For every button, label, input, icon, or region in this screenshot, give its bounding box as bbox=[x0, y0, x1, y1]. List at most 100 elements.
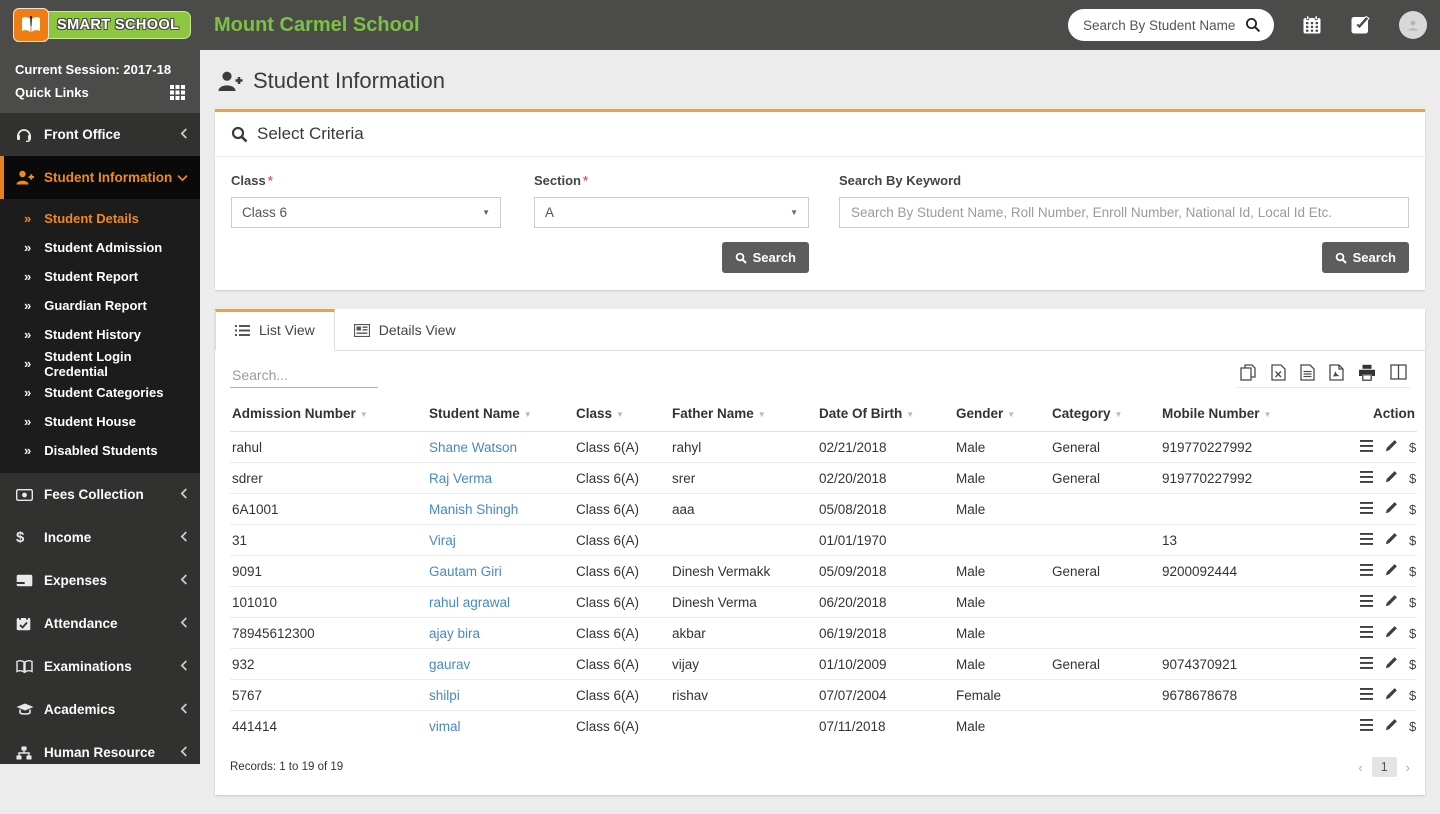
sidebar-item-income[interactable]: $ Income bbox=[0, 516, 200, 559]
student-name-link[interactable]: Viraj bbox=[429, 533, 456, 548]
column-header-admission-number[interactable]: Admission Number ▼ bbox=[230, 394, 427, 432]
sidebar-subitem-student-login-credential[interactable]: » Student Login Credential bbox=[0, 349, 200, 379]
student-name-link[interactable]: gaurav bbox=[429, 657, 470, 672]
class-section-search-button[interactable]: Search bbox=[721, 242, 809, 273]
print-icon[interactable] bbox=[1358, 364, 1376, 381]
student-name-cell[interactable]: rahul agrawal bbox=[427, 586, 574, 618]
column-header-category[interactable]: Category ▼ bbox=[1050, 394, 1160, 432]
row-menu-icon[interactable] bbox=[1360, 564, 1374, 579]
grid-icon[interactable] bbox=[170, 85, 185, 100]
sidebar-item-attendance[interactable]: Attendance bbox=[0, 602, 200, 645]
edit-pencil-icon[interactable] bbox=[1385, 625, 1398, 641]
sidebar-subitem-student-categories[interactable]: » Student Categories bbox=[0, 378, 200, 407]
calendar-icon[interactable] bbox=[1302, 15, 1322, 35]
tab-details-view[interactable]: Details View bbox=[335, 309, 475, 350]
fees-dollar-icon[interactable]: $ bbox=[1409, 533, 1416, 548]
fees-dollar-icon[interactable]: $ bbox=[1409, 595, 1416, 610]
column-header-date-of-birth[interactable]: Date Of Birth ▼ bbox=[817, 394, 954, 432]
edit-pencil-icon[interactable] bbox=[1385, 532, 1398, 548]
columns-icon[interactable] bbox=[1390, 364, 1407, 381]
row-menu-icon[interactable] bbox=[1360, 657, 1374, 672]
row-menu-icon[interactable] bbox=[1360, 502, 1374, 517]
tasks-icon[interactable] bbox=[1350, 15, 1371, 35]
excel-icon[interactable] bbox=[1271, 364, 1286, 381]
pdf-icon[interactable] bbox=[1329, 364, 1344, 381]
fees-dollar-icon[interactable]: $ bbox=[1409, 626, 1416, 641]
student-name-cell[interactable]: Raj Verma bbox=[427, 462, 574, 494]
fees-dollar-icon[interactable]: $ bbox=[1409, 657, 1416, 672]
sidebar-subitem-student-house[interactable]: » Student House bbox=[0, 407, 200, 436]
app-logo[interactable]: SMART SCHOOL bbox=[0, 0, 200, 50]
student-name-cell[interactable]: ajay bira bbox=[427, 617, 574, 649]
user-avatar[interactable] bbox=[1399, 11, 1427, 39]
section-select[interactable]: A ▼ bbox=[534, 197, 809, 228]
student-name-cell[interactable]: Shane Watson bbox=[427, 431, 574, 463]
row-menu-icon[interactable] bbox=[1360, 626, 1374, 641]
sidebar-item-human-resource[interactable]: Human Resource bbox=[0, 731, 200, 764]
student-name-cell[interactable]: Viraj bbox=[427, 524, 574, 556]
row-menu-icon[interactable] bbox=[1360, 595, 1374, 610]
sidebar-item-student-information[interactable]: Student Information bbox=[0, 156, 200, 199]
sidebar-subitem-disabled-students[interactable]: » Disabled Students bbox=[0, 436, 200, 465]
fees-dollar-icon[interactable]: $ bbox=[1409, 471, 1416, 486]
student-name-cell[interactable]: Manish Shingh bbox=[427, 493, 574, 525]
column-header-gender[interactable]: Gender ▼ bbox=[954, 394, 1050, 432]
edit-pencil-icon[interactable] bbox=[1385, 656, 1398, 672]
table-search-input[interactable] bbox=[230, 363, 378, 388]
row-menu-icon[interactable] bbox=[1360, 471, 1374, 486]
sidebar-subitem-student-details[interactable]: » Student Details bbox=[0, 204, 200, 233]
student-name-link[interactable]: Manish Shingh bbox=[429, 502, 518, 517]
topbar-search-input[interactable] bbox=[1081, 16, 1245, 34]
student-name-link[interactable]: Raj Verma bbox=[429, 471, 492, 486]
student-name-link[interactable]: Gautam Giri bbox=[429, 564, 502, 579]
page-number[interactable]: 1 bbox=[1371, 757, 1397, 777]
keyword-input[interactable] bbox=[839, 197, 1409, 228]
edit-pencil-icon[interactable] bbox=[1385, 718, 1398, 734]
student-name-cell[interactable]: vimal bbox=[427, 710, 574, 741]
sidebar-item-examinations[interactable]: Examinations bbox=[0, 645, 200, 688]
csv-icon[interactable] bbox=[1300, 364, 1315, 381]
sidebar-item-academics[interactable]: Academics bbox=[0, 688, 200, 731]
row-menu-icon[interactable] bbox=[1360, 440, 1374, 455]
prev-page-arrow[interactable]: ‹ bbox=[1358, 760, 1362, 775]
student-name-cell[interactable]: Gautam Giri bbox=[427, 555, 574, 587]
edit-pencil-icon[interactable] bbox=[1385, 470, 1398, 486]
student-name-link[interactable]: Shane Watson bbox=[429, 440, 517, 455]
student-name-link[interactable]: vimal bbox=[429, 719, 461, 734]
column-header-student-name[interactable]: Student Name ▼ bbox=[427, 394, 574, 432]
fees-dollar-icon[interactable]: $ bbox=[1409, 502, 1416, 517]
sidebar-item-front-office[interactable]: Front Office bbox=[0, 113, 200, 156]
column-header-mobile-number[interactable]: Mobile Number ▼ bbox=[1160, 394, 1347, 432]
student-name-cell[interactable]: gaurav bbox=[427, 648, 574, 680]
sidebar-subitem-student-admission[interactable]: » Student Admission bbox=[0, 233, 200, 262]
sidebar-subitem-student-history[interactable]: » Student History bbox=[0, 320, 200, 349]
search-icon[interactable] bbox=[1245, 17, 1261, 33]
edit-pencil-icon[interactable] bbox=[1385, 594, 1398, 610]
next-page-arrow[interactable]: › bbox=[1406, 760, 1410, 775]
tab-list-view[interactable]: List View bbox=[215, 309, 335, 351]
copy-icon[interactable] bbox=[1240, 364, 1257, 381]
edit-pencil-icon[interactable] bbox=[1385, 501, 1398, 517]
row-menu-icon[interactable] bbox=[1360, 688, 1374, 703]
edit-pencil-icon[interactable] bbox=[1385, 439, 1398, 455]
row-menu-icon[interactable] bbox=[1360, 719, 1374, 734]
fees-dollar-icon[interactable]: $ bbox=[1409, 564, 1416, 579]
keyword-search-button[interactable]: Search bbox=[1321, 242, 1409, 273]
fees-dollar-icon[interactable]: $ bbox=[1409, 719, 1416, 734]
sidebar-item-fees-collection[interactable]: Fees Collection bbox=[0, 473, 200, 516]
column-header-father-name[interactable]: Father Name ▼ bbox=[670, 394, 817, 432]
column-header-class[interactable]: Class ▼ bbox=[574, 394, 670, 432]
sidebar-subitem-guardian-report[interactable]: » Guardian Report bbox=[0, 291, 200, 320]
sidebar-item-expenses[interactable]: Expenses bbox=[0, 559, 200, 602]
row-menu-icon[interactable] bbox=[1360, 533, 1374, 548]
edit-pencil-icon[interactable] bbox=[1385, 687, 1398, 703]
topbar-search[interactable] bbox=[1068, 9, 1274, 41]
class-select[interactable]: Class 6 ▼ bbox=[231, 197, 501, 228]
sidebar-subitem-student-report[interactable]: » Student Report bbox=[0, 262, 200, 291]
student-name-link[interactable]: rahul agrawal bbox=[429, 595, 510, 610]
student-name-cell[interactable]: shilpi bbox=[427, 679, 574, 711]
fees-dollar-icon[interactable]: $ bbox=[1409, 688, 1416, 703]
edit-pencil-icon[interactable] bbox=[1385, 563, 1398, 579]
fees-dollar-icon[interactable]: $ bbox=[1409, 440, 1416, 455]
student-name-link[interactable]: ajay bira bbox=[429, 626, 480, 641]
